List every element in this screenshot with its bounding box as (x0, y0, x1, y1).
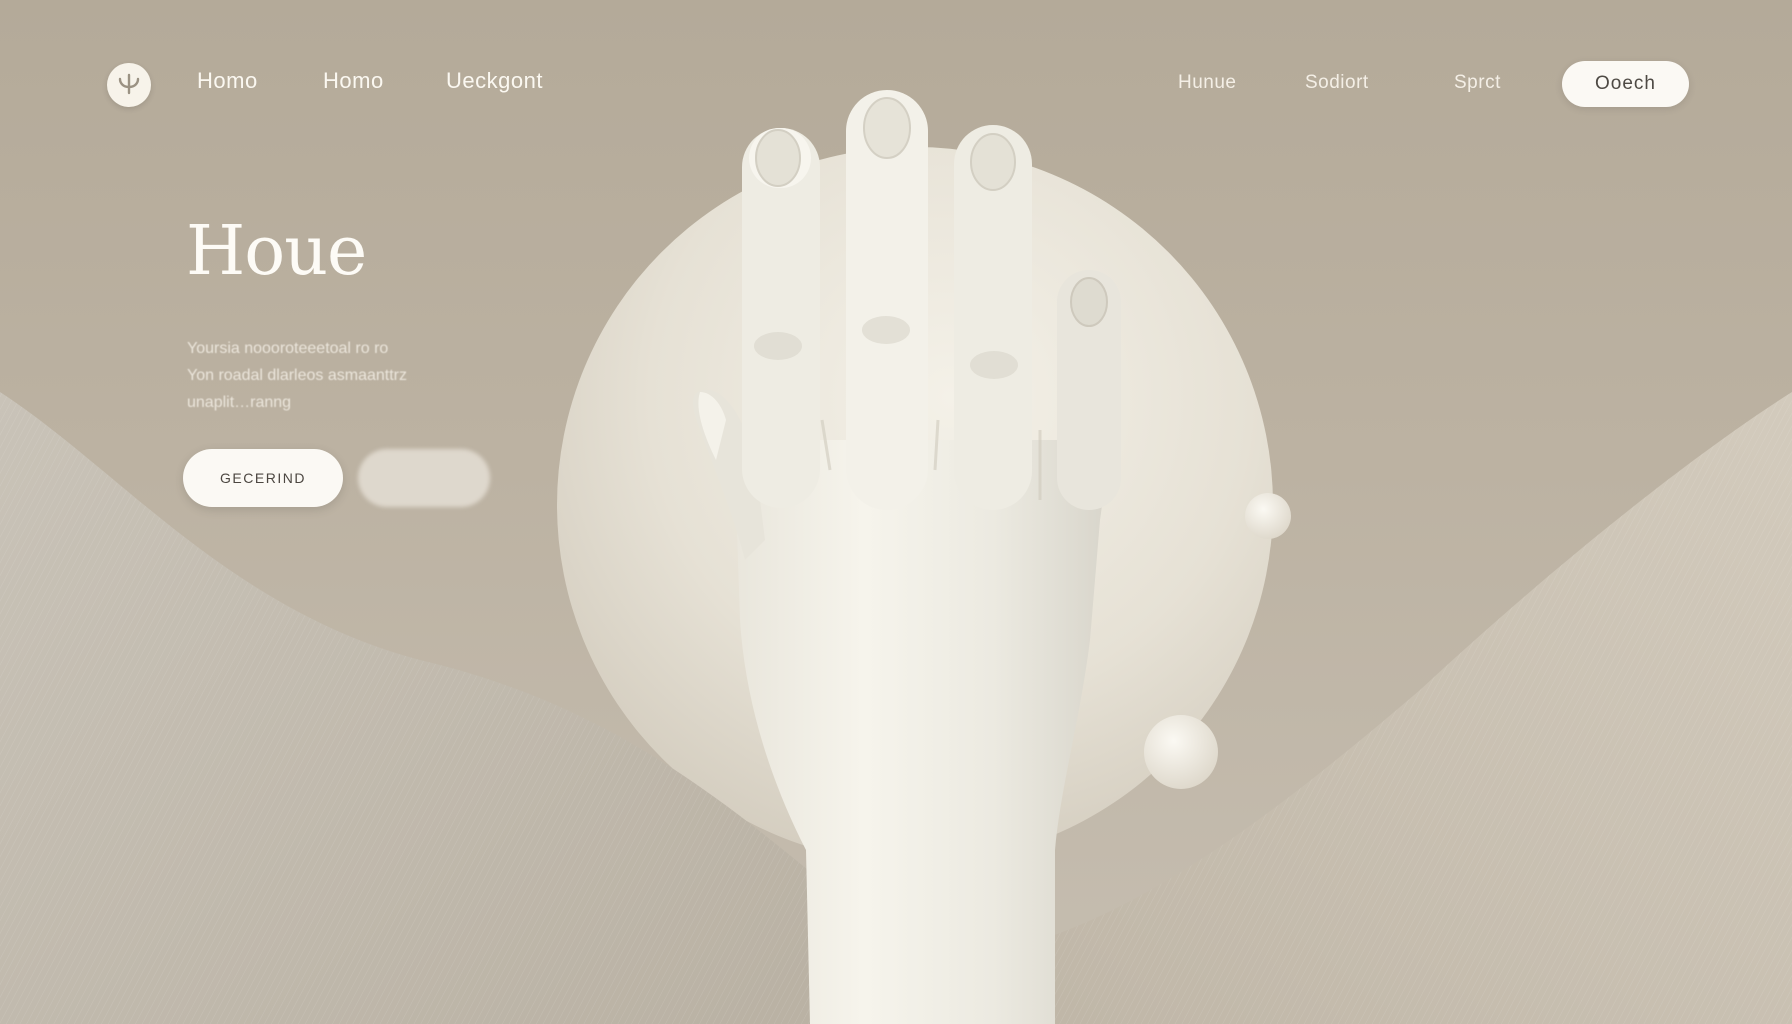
nav-link-sodiort[interactable]: Sodiort (1305, 72, 1369, 94)
logo-icon[interactable] (107, 63, 151, 107)
hero-description-line: unaplit…ranng (187, 394, 292, 411)
secondary-action-button[interactable] (358, 449, 490, 507)
hero-description: Yoursia noooroteeetoal ro ro Yon roadal … (187, 335, 487, 416)
orb-large (1144, 715, 1218, 789)
hero-illustration (0, 90, 1792, 1024)
primary-action-button[interactable]: GECERIND (183, 449, 343, 507)
header-cta-button[interactable]: Ooech (1562, 61, 1689, 107)
nav-link-home-1[interactable]: Homo (197, 68, 258, 94)
hero-description-line: Yoursia noooroteeetoal ro ro (187, 340, 389, 357)
orb-small (1245, 493, 1291, 539)
nav-link-hunue[interactable]: Hunue (1178, 72, 1237, 94)
hero-description-line: Yon roadal dlarleos asmaanttrz (187, 367, 407, 384)
nav-link-ueckgont[interactable]: Ueckgont (446, 68, 543, 94)
nav-link-home-2[interactable]: Homo (323, 68, 384, 94)
landing-page: Homo Homo Ueckgont Hunue Sodiort Sprct O… (0, 0, 1792, 1024)
leaf-logo-icon (118, 73, 140, 95)
hero-title: Houe (186, 212, 367, 291)
nav-link-sprct[interactable]: Sprct (1454, 72, 1501, 94)
